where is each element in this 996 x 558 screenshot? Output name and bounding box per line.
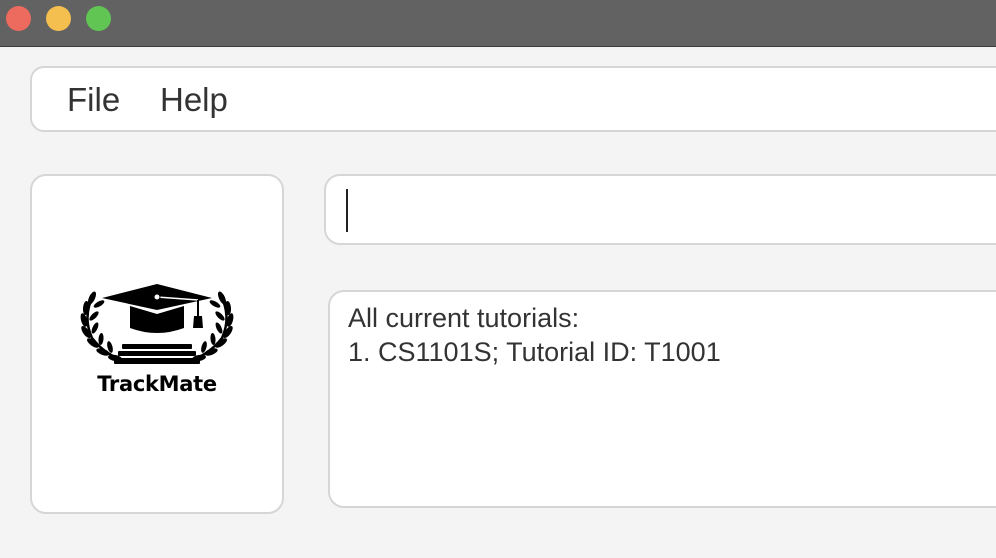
minimize-window-button[interactable] (46, 6, 71, 31)
logo-text: TrackMate (97, 372, 217, 396)
close-window-button[interactable] (6, 6, 31, 31)
zoom-window-button[interactable] (86, 6, 111, 31)
result-display: All current tutorials: 1. CS1101S; Tutor… (328, 290, 996, 508)
menu-bar: File Help (30, 66, 996, 132)
result-line: 1. CS1101S; Tutorial ID: T1001 (348, 337, 721, 367)
result-line: All current tutorials: (348, 303, 580, 333)
graduation-cap-with-laurel-icon (80, 284, 234, 364)
logo-panel: TrackMate (30, 174, 284, 514)
title-bar (0, 0, 996, 47)
command-input[interactable] (342, 186, 982, 234)
menu-file[interactable]: File (67, 82, 120, 118)
command-box[interactable] (324, 174, 996, 245)
text-caret (346, 189, 348, 232)
menu-help[interactable]: Help (160, 82, 228, 118)
